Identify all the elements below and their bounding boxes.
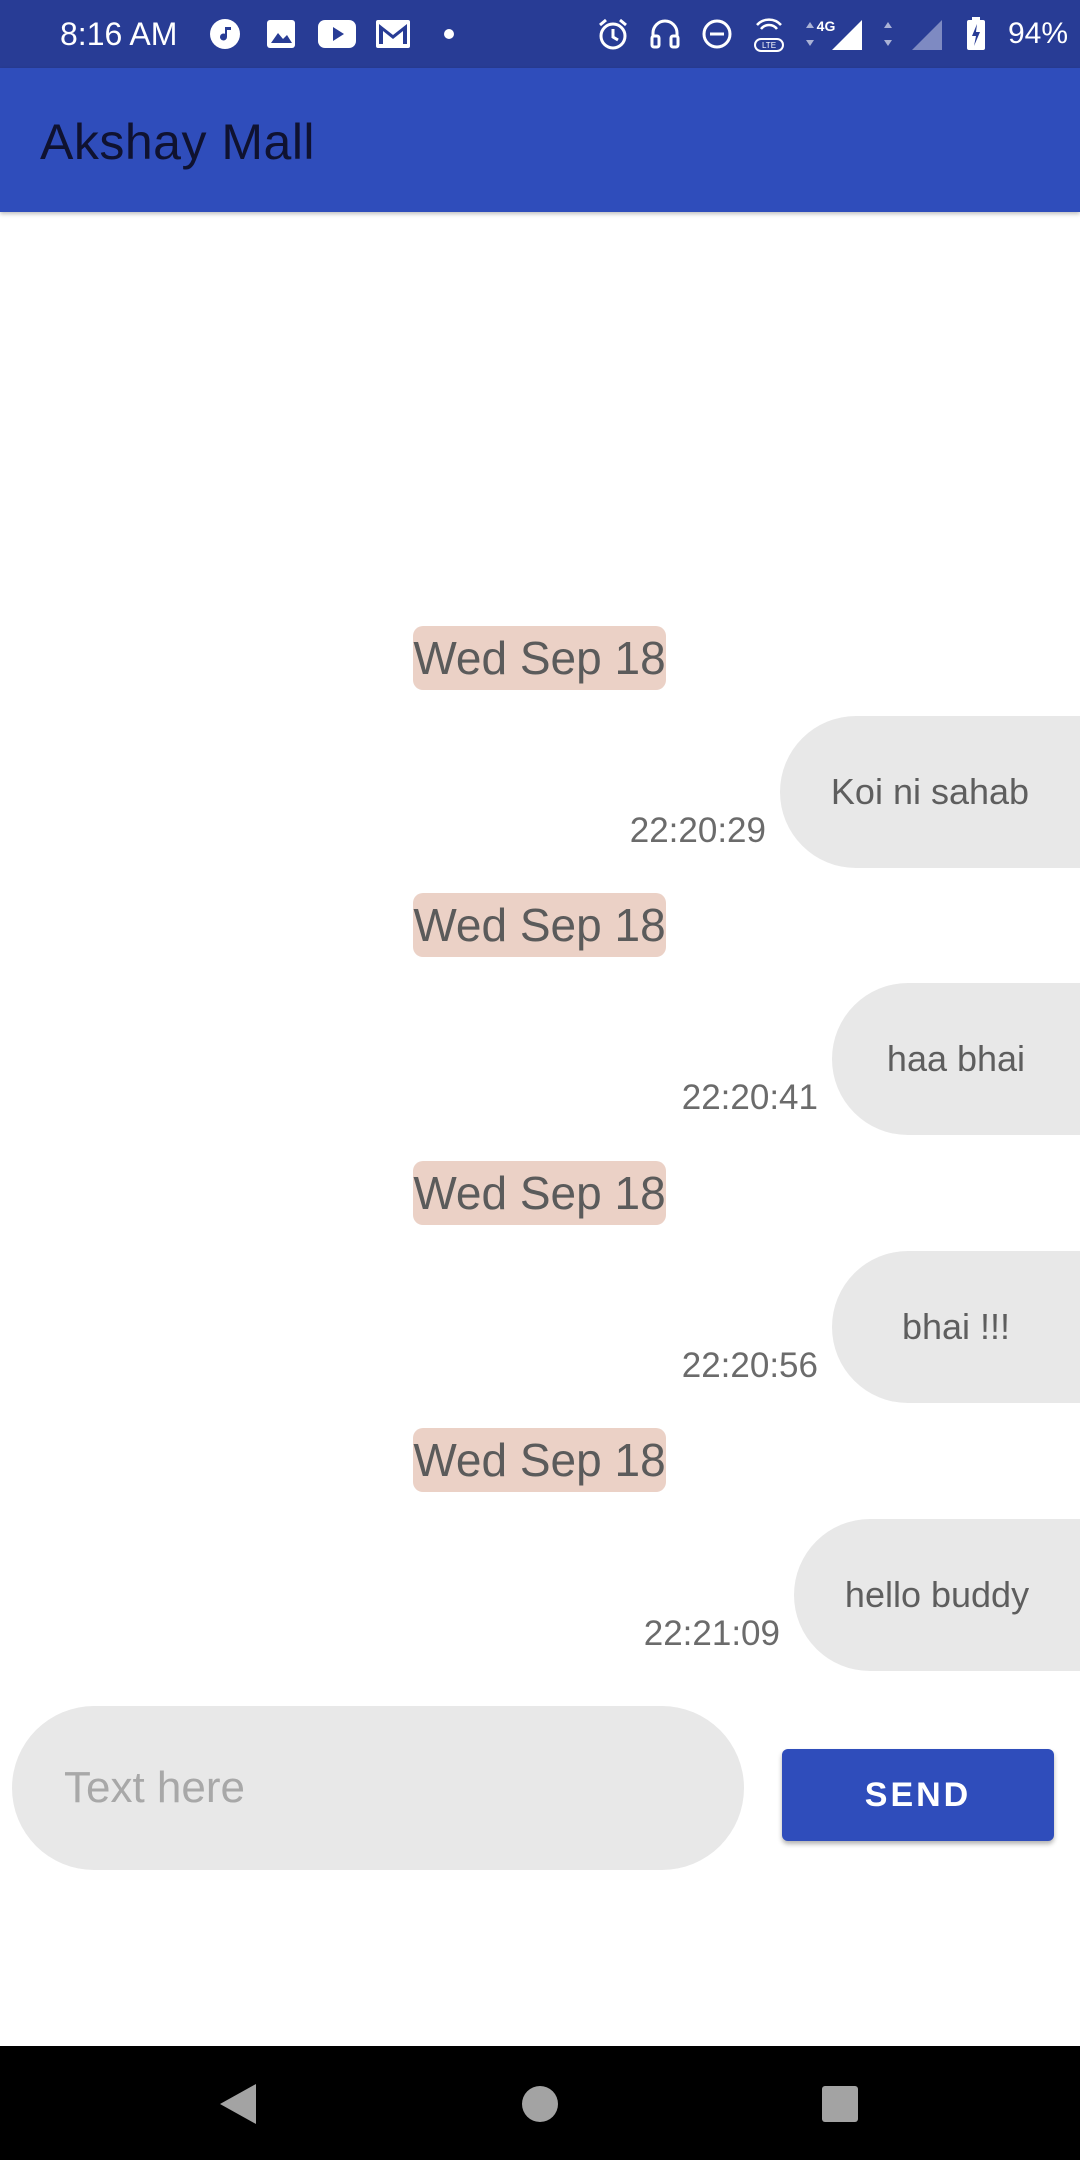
- send-button[interactable]: SEND: [782, 1749, 1054, 1841]
- svg-text:LTE: LTE: [762, 41, 776, 50]
- notification-icons: [206, 16, 468, 52]
- message-bubble[interactable]: hello buddy: [794, 1519, 1080, 1671]
- music-note-icon: [206, 16, 244, 52]
- date-chip: Wed Sep 18: [413, 1161, 666, 1225]
- status-time: 8:16 AM: [60, 16, 178, 52]
- app-bar: Akshay Mall: [0, 68, 1080, 212]
- system-icons: LTE 4G 94%: [594, 14, 1068, 54]
- date-chip: Wed Sep 18: [413, 1428, 666, 1492]
- message-time: 22:20:56: [681, 1346, 818, 1385]
- battery-charging-icon: [964, 16, 988, 52]
- do-not-disturb-icon: [698, 16, 736, 52]
- signal-4g-icon: 4G: [802, 16, 866, 52]
- navigation-bar: [0, 2046, 1080, 2160]
- battery-percent: 94%: [1008, 17, 1069, 50]
- app-title: Akshay Mall: [40, 114, 316, 170]
- gmail-icon: [374, 16, 412, 52]
- date-chip: Wed Sep 18: [413, 893, 666, 957]
- svg-text:4G: 4G: [817, 18, 836, 34]
- home-icon[interactable]: [510, 2076, 570, 2132]
- signal-icon: [880, 16, 950, 52]
- status-bar: 8:16 AM LTE 4G 94%: [0, 0, 1080, 68]
- back-icon[interactable]: [208, 2076, 268, 2132]
- headset-icon: [646, 16, 684, 52]
- dot-icon: [430, 16, 468, 52]
- image-icon: [262, 16, 300, 52]
- message-bubble[interactable]: Koi ni sahab: [780, 716, 1080, 868]
- date-chip: Wed Sep 18: [413, 626, 666, 690]
- message-input[interactable]: [12, 1706, 744, 1870]
- message-time: 22:20:41: [681, 1078, 818, 1117]
- youtube-icon: [318, 16, 356, 52]
- volte-icon: LTE: [750, 16, 788, 52]
- message-time: 22:20:29: [629, 811, 766, 850]
- message-bubble[interactable]: bhai !!!: [832, 1251, 1080, 1403]
- message-time: 22:21:09: [643, 1614, 780, 1653]
- message-bubble[interactable]: haa bhai: [832, 983, 1080, 1135]
- chat-screen: 8:16 AM LTE 4G 94% Akshay Mall Wed Sep 1…: [0, 0, 1080, 2160]
- alarm-icon: [594, 16, 632, 52]
- recents-icon[interactable]: [810, 2076, 870, 2132]
